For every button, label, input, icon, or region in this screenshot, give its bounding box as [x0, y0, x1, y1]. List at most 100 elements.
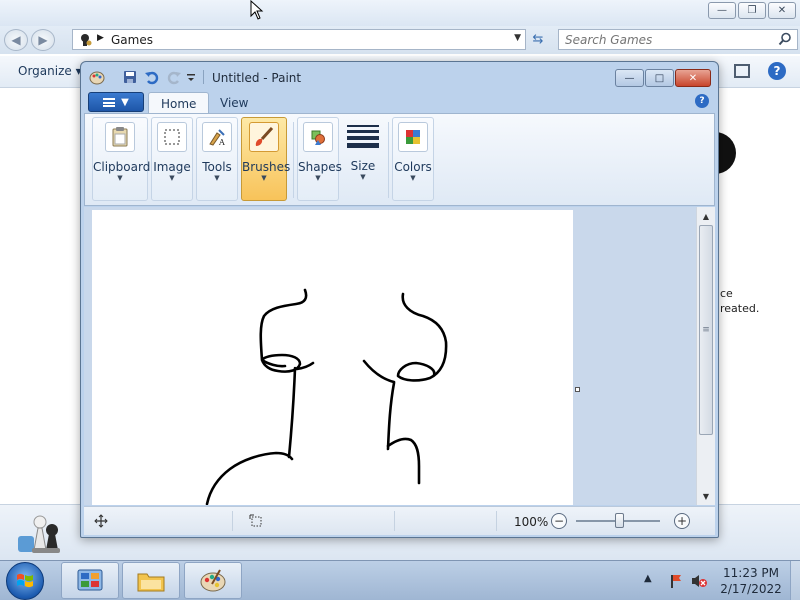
ribbon-home: Clipboard ▼ Image ▼ A Tools ▼ Brushes ▼ [84, 113, 715, 206]
brushes-group-button[interactable]: Brushes ▼ [241, 117, 291, 201]
taskbar: ▲ 11:23 PM 2/17/2022 [0, 560, 800, 600]
paint-window-title: Untitled - Paint [212, 71, 302, 85]
tab-view[interactable]: View [208, 92, 260, 114]
size-group-button[interactable]: Size ▼ [342, 117, 384, 201]
paint-status-bar: 100% − + [84, 506, 715, 535]
undo-icon[interactable] [144, 69, 160, 85]
customize-quick-access-icon[interactable] [186, 69, 196, 85]
show-hidden-icons-icon[interactable]: ▲ [644, 573, 652, 584]
tab-home[interactable]: Home [148, 92, 210, 114]
paint-menu-button[interactable]: ▼ [88, 92, 144, 112]
quick-access-separator [203, 70, 204, 84]
select-icon [157, 122, 187, 152]
status-divider [232, 511, 233, 531]
tools-icon: A [202, 122, 232, 152]
paint-close-button[interactable]: ✕ [675, 69, 711, 87]
scroll-thumb[interactable]: ≡ [699, 225, 713, 435]
redo-icon[interactable] [166, 69, 182, 85]
zoom-in-button[interactable]: + [674, 513, 690, 529]
paint-app-icon[interactable] [89, 69, 105, 85]
paint-maximize-button[interactable]: □ [645, 69, 674, 87]
details-pane-text: ce reated. [720, 286, 759, 316]
breadcrumb-arrow-icon: ▶ [97, 33, 104, 43]
organize-menu[interactable]: Organize ▾ [18, 64, 82, 78]
drawing-canvas[interactable] [92, 210, 573, 505]
volume-muted-icon[interactable] [690, 573, 708, 589]
zoom-out-button[interactable]: − [551, 513, 567, 529]
mouse-cursor-icon [250, 0, 264, 20]
explorer-restore-button[interactable]: ❐ [738, 2, 766, 19]
colors-group-button[interactable]: Colors ▼ [392, 117, 434, 201]
shapes-group-button[interactable]: Shapes ▼ [297, 117, 342, 201]
colors-label: Colors [394, 160, 432, 174]
menu-icon [103, 97, 116, 107]
search-box[interactable] [558, 29, 798, 50]
clock-time: 11:23 PM [723, 566, 779, 580]
image-dropdown-icon: ▼ [169, 174, 175, 182]
games-chess-icon [18, 515, 60, 553]
show-desktop-button[interactable] [790, 561, 800, 600]
forward-arrow-icon: ▶ [38, 33, 48, 47]
ribbon-tab-row: ▼ Home View ? [84, 90, 715, 114]
zoom-slider-thumb[interactable] [615, 513, 624, 528]
start-button[interactable] [6, 562, 44, 600]
paint-title-bar: Untitled - Paint — □ ✕ [81, 62, 718, 90]
clipboard-label: Clipboard [93, 160, 151, 174]
details-line-2: reated. [720, 302, 760, 315]
brushes-label: Brushes [242, 160, 291, 174]
search-icon[interactable] [778, 32, 792, 46]
explorer-address-row: ◀ ▶ ▶ Games ▼ ⇆ [0, 26, 800, 54]
explorer-command-icons: ? [734, 62, 786, 80]
paint-help-icon[interactable]: ? [695, 94, 709, 108]
shapes-icon [303, 122, 333, 152]
canvas-vertical-scrollbar[interactable]: ▲ ≡ ▼ [696, 207, 715, 505]
save-icon[interactable] [122, 69, 138, 85]
ribbon-separator [293, 122, 294, 198]
explorer-title-bar: — ❐ ✕ [0, 0, 800, 26]
brush-icon [249, 122, 279, 152]
tools-label: Tools [202, 160, 232, 174]
back-arrow-icon: ◀ [11, 33, 21, 47]
action-center-flag-icon[interactable] [668, 573, 684, 589]
explorer-help-icon[interactable]: ? [768, 62, 786, 80]
explorer-close-button[interactable]: ✕ [768, 2, 796, 19]
address-bar[interactable]: ▶ Games ▼ [72, 29, 526, 50]
taskbar-control-panel-button[interactable] [61, 562, 119, 599]
organize-label: Organize [18, 64, 72, 78]
taskbar-paint-button[interactable] [184, 562, 242, 599]
image-group-button[interactable]: Image ▼ [151, 117, 193, 201]
tools-group-button[interactable]: A Tools ▼ [196, 117, 238, 201]
brushes-dropdown-icon: ▼ [261, 174, 267, 182]
folder-icon [137, 573, 165, 591]
explorer-minimize-button[interactable]: — [708, 2, 736, 19]
svg-text:A: A [218, 138, 225, 147]
taskbar-explorer-button[interactable] [122, 562, 180, 599]
size-icon [347, 121, 379, 151]
selection-size-icon [249, 514, 262, 527]
shapes-label: Shapes [298, 160, 342, 174]
canvas-resize-handle[interactable] [575, 387, 580, 392]
address-dropdown-icon[interactable]: ▼ [514, 33, 521, 43]
paint-caption-buttons: — □ ✕ [615, 69, 711, 87]
status-divider [394, 511, 395, 531]
paint-minimize-button[interactable]: — [615, 69, 644, 87]
clipboard-group-button[interactable]: Clipboard ▼ [92, 117, 151, 201]
ribbon-separator [388, 122, 389, 198]
image-label: Image [153, 160, 191, 174]
taskbar-clock[interactable]: 11:23 PM 2/17/2022 [712, 565, 790, 597]
scroll-down-icon[interactable]: ▼ [697, 488, 715, 504]
forward-button[interactable]: ▶ [31, 29, 55, 51]
zoom-level-label: 100% [514, 515, 549, 529]
shapes-dropdown-icon: ▼ [315, 174, 321, 182]
search-input[interactable] [559, 30, 769, 49]
back-button[interactable]: ◀ [4, 29, 28, 51]
preview-pane-icon[interactable] [734, 64, 750, 78]
control-panel-icon [77, 569, 103, 590]
colors-icon [398, 122, 428, 152]
paint-palette-icon [200, 569, 226, 591]
refresh-icon[interactable]: ⇆ [530, 31, 546, 47]
clock-date: 2/17/2022 [720, 582, 782, 596]
clipboard-icon [105, 122, 135, 152]
scroll-up-icon[interactable]: ▲ [697, 208, 715, 224]
explorer-caption-buttons: — ❐ ✕ [708, 2, 796, 19]
